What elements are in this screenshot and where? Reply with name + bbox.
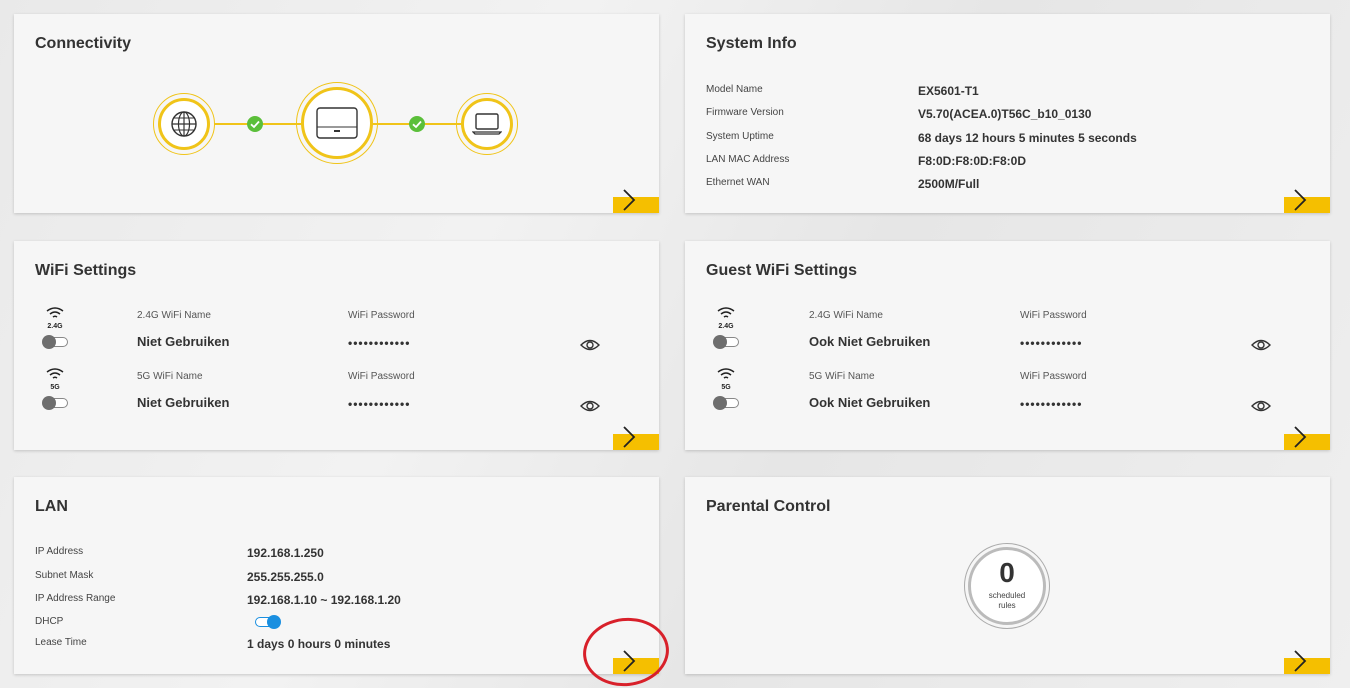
guest-wifi-5g-password-label: WiFi Password xyxy=(1020,371,1087,382)
ip-address-range-label: IP Address Range xyxy=(35,593,116,604)
dhcp-label: DHCP xyxy=(35,616,64,627)
model-name-label: Model Name xyxy=(706,84,763,95)
dhcp-toggle[interactable] xyxy=(255,615,281,629)
wifi-5g-password-label: WiFi Password xyxy=(348,371,415,382)
wifi-24g-name: Niet Gebruiken xyxy=(137,334,230,349)
guest-wifi-24g-password: •••••••••••• xyxy=(1020,336,1083,350)
guest-wifi-24g-password-label: WiFi Password xyxy=(1020,310,1087,321)
globe-icon xyxy=(171,111,197,137)
chevron-right-icon xyxy=(1294,189,1307,211)
connectivity-title: Connectivity xyxy=(35,35,132,52)
wifi-settings-more-button[interactable] xyxy=(613,426,659,450)
connectivity-more-button[interactable] xyxy=(613,189,659,213)
ethernet-wan-value: 2500M/Full xyxy=(918,177,980,191)
chevron-right-icon xyxy=(1294,426,1307,448)
wifi-24g-password: •••••••••••• xyxy=(348,336,411,350)
wifi-24g-name-label: 2.4G WiFi Name xyxy=(137,310,211,321)
parental-control-card: Parental Control 0 scheduled rules xyxy=(685,477,1330,674)
laptop-icon xyxy=(472,113,502,135)
guest-wifi-5g-name: Ook Niet Gebruiken xyxy=(809,395,931,410)
check-icon xyxy=(409,116,425,132)
guest-wifi-5g-password: •••••••••••• xyxy=(1020,397,1083,411)
system-info-more-button[interactable] xyxy=(1284,189,1330,213)
wifi-5g-toggle[interactable] xyxy=(42,396,68,410)
system-uptime-value: 68 days 12 hours 5 minutes 5 seconds xyxy=(918,131,1137,145)
subnet-mask-value: 255.255.255.0 xyxy=(247,570,324,584)
subnet-mask-label: Subnet Mask xyxy=(35,570,94,581)
parental-control-title: Parental Control xyxy=(706,498,831,515)
device-node[interactable] xyxy=(456,93,518,155)
chevron-right-icon xyxy=(623,650,636,672)
guest-wifi-5g-toggle[interactable] xyxy=(713,396,739,410)
band-label: 5G xyxy=(50,384,60,391)
wifi-24g-icon: 2.4G xyxy=(714,306,738,330)
band-label: 5G xyxy=(721,384,731,391)
rules-count: 0 xyxy=(999,557,1015,588)
guest-wifi-more-button[interactable] xyxy=(1284,426,1330,450)
eye-icon[interactable] xyxy=(1251,399,1271,413)
eye-icon[interactable] xyxy=(580,399,600,413)
wifi-5g-icon: 5G xyxy=(43,367,67,391)
chevron-right-icon xyxy=(623,189,636,211)
wifi-5g-name: Niet Gebruiken xyxy=(137,395,230,410)
wifi-24g-toggle[interactable] xyxy=(42,335,68,349)
guest-wifi-settings-title: Guest WiFi Settings xyxy=(706,262,857,279)
system-info-title: System Info xyxy=(706,35,797,52)
guest-wifi-24g-toggle[interactable] xyxy=(713,335,739,349)
system-info-card: System Info Model Name EX5601-T1 Firmwar… xyxy=(685,14,1330,213)
ethernet-wan-label: Ethernet WAN xyxy=(706,177,770,188)
wifi-24g-password-label: WiFi Password xyxy=(348,310,415,321)
chevron-right-icon xyxy=(1294,650,1307,672)
router-icon xyxy=(316,107,358,139)
parental-control-more-button[interactable] xyxy=(1284,650,1330,674)
wifi-5g-name-label: 5G WiFi Name xyxy=(137,371,203,382)
firmware-version-value: V5.70(ACEA.0)T56C_b10_0130 xyxy=(918,107,1092,121)
guest-wifi-5g-name-label: 5G WiFi Name xyxy=(809,371,875,382)
eye-icon[interactable] xyxy=(580,338,600,352)
ip-address-label: IP Address xyxy=(35,546,84,557)
system-uptime-label: System Uptime xyxy=(706,131,774,142)
band-label: 2.4G xyxy=(47,323,63,330)
lan-mac-label: LAN MAC Address xyxy=(706,154,790,165)
lan-mac-value: F8:0D:F8:0D:F8:0D xyxy=(918,154,1027,168)
router-node[interactable] xyxy=(296,82,378,164)
lease-time-value: 1 days 0 hours 0 minutes xyxy=(247,637,391,651)
firmware-version-label: Firmware Version xyxy=(706,107,784,118)
internet-node[interactable] xyxy=(153,93,215,155)
wifi-5g-password: •••••••••••• xyxy=(348,397,411,411)
rules-count-label: scheduled xyxy=(988,591,1026,600)
guest-wifi-24g-name: Ook Niet Gebruiken xyxy=(809,334,931,349)
scheduled-rules-counter[interactable]: 0 scheduled rules xyxy=(964,543,1050,629)
check-icon xyxy=(247,116,263,132)
lan-title: LAN xyxy=(35,498,68,515)
lan-card: LAN IP Address 192.168.1.250 Subnet Mask… xyxy=(14,477,659,674)
lease-time-label: Lease Time xyxy=(35,637,87,648)
connectivity-card: Connectivity xyxy=(14,14,659,213)
rules-count-label: rules xyxy=(998,601,1016,610)
eye-icon[interactable] xyxy=(1251,338,1271,352)
guest-wifi-settings-card: Guest WiFi Settings 2.4G 2.4G WiFi Name … xyxy=(685,241,1330,450)
chevron-right-icon xyxy=(623,426,636,448)
wifi-5g-icon: 5G xyxy=(714,367,738,391)
band-label: 2.4G xyxy=(718,323,734,330)
lan-more-button[interactable] xyxy=(613,650,659,674)
ip-address-range-value: 192.168.1.10 ~ 192.168.1.20 xyxy=(247,593,401,607)
model-name-value: EX5601-T1 xyxy=(918,84,979,98)
ip-address-value: 192.168.1.250 xyxy=(247,546,324,560)
guest-wifi-24g-name-label: 2.4G WiFi Name xyxy=(809,310,883,321)
wifi-settings-title: WiFi Settings xyxy=(35,262,137,279)
wifi-24g-icon: 2.4G xyxy=(43,306,67,330)
wifi-settings-card: WiFi Settings 2.4G 2.4G WiFi Name Niet G… xyxy=(14,241,659,450)
